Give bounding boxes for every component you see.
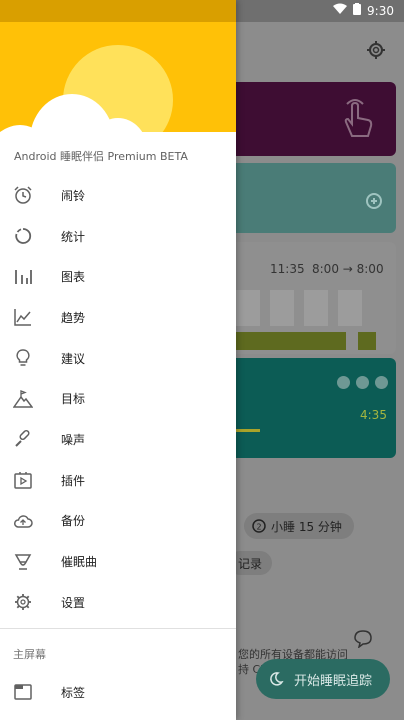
menu-item-alarm[interactable]: 闹铃 [0, 175, 236, 216]
navigation-drawer: Android 睡眠伴侣 Premium BETA 闹铃 统计 图表 趋势 建议… [0, 0, 236, 720]
menu-item-advice[interactable]: 建议 [0, 338, 236, 379]
menu-label: 催眠曲 [61, 555, 98, 570]
plugin-icon [13, 470, 33, 490]
menu-item-tags[interactable]: 标签 [0, 672, 236, 713]
mountain-flag-icon [13, 389, 33, 409]
menu-item-chart[interactable]: 图表 [0, 256, 236, 297]
menu-label: 设置 [61, 595, 86, 610]
tag-window-icon [13, 682, 33, 702]
drawer-menu: 闹铃 统计 图表 趋势 建议 目标 噪声 插件 备份 催眠曲 设置 [0, 175, 236, 623]
menu-item-plugins[interactable]: 插件 [0, 460, 236, 501]
menu-label: 图表 [61, 270, 86, 285]
settings-icon [13, 592, 33, 612]
alarm-clock-icon [13, 185, 33, 205]
cloud-upload-icon [13, 511, 33, 531]
menu-label: 备份 [61, 514, 86, 529]
menu-item-settings[interactable]: 设置 [0, 582, 236, 623]
lullaby-icon [13, 552, 33, 572]
drawer-status-strip [0, 0, 236, 22]
lightbulb-icon [13, 348, 33, 368]
menu-label: 建议 [61, 351, 86, 366]
circle-stats-icon [13, 226, 33, 246]
sun-cloud-illustration [0, 45, 236, 197]
section-title-home: 主屏幕 [13, 648, 46, 661]
menu-label: 统计 [61, 229, 86, 244]
menu-item-trends[interactable]: 趋势 [0, 297, 236, 338]
drawer-menu-home: 标签 [0, 672, 236, 713]
menu-item-lullaby[interactable]: 催眠曲 [0, 541, 236, 582]
menu-item-backup[interactable]: 备份 [0, 501, 236, 542]
menu-label: 趋势 [61, 310, 86, 325]
menu-label: 噪声 [61, 432, 86, 447]
menu-item-goals[interactable]: 目标 [0, 378, 236, 419]
menu-label: 插件 [61, 473, 86, 488]
menu-item-stats[interactable]: 统计 [0, 216, 236, 257]
trend-line-icon [13, 307, 33, 327]
menu-label: 闹铃 [61, 188, 86, 203]
app-name: Android 睡眠伴侣 Premium BETA [14, 150, 188, 163]
bar-chart-icon [13, 267, 33, 287]
menu-label: 标签 [61, 685, 86, 700]
menu-label: 目标 [61, 392, 86, 407]
drawer-header [0, 22, 236, 197]
menu-item-noise[interactable]: 噪声 [0, 419, 236, 460]
drawer-divider [0, 628, 236, 629]
microphone-icon [13, 429, 33, 449]
